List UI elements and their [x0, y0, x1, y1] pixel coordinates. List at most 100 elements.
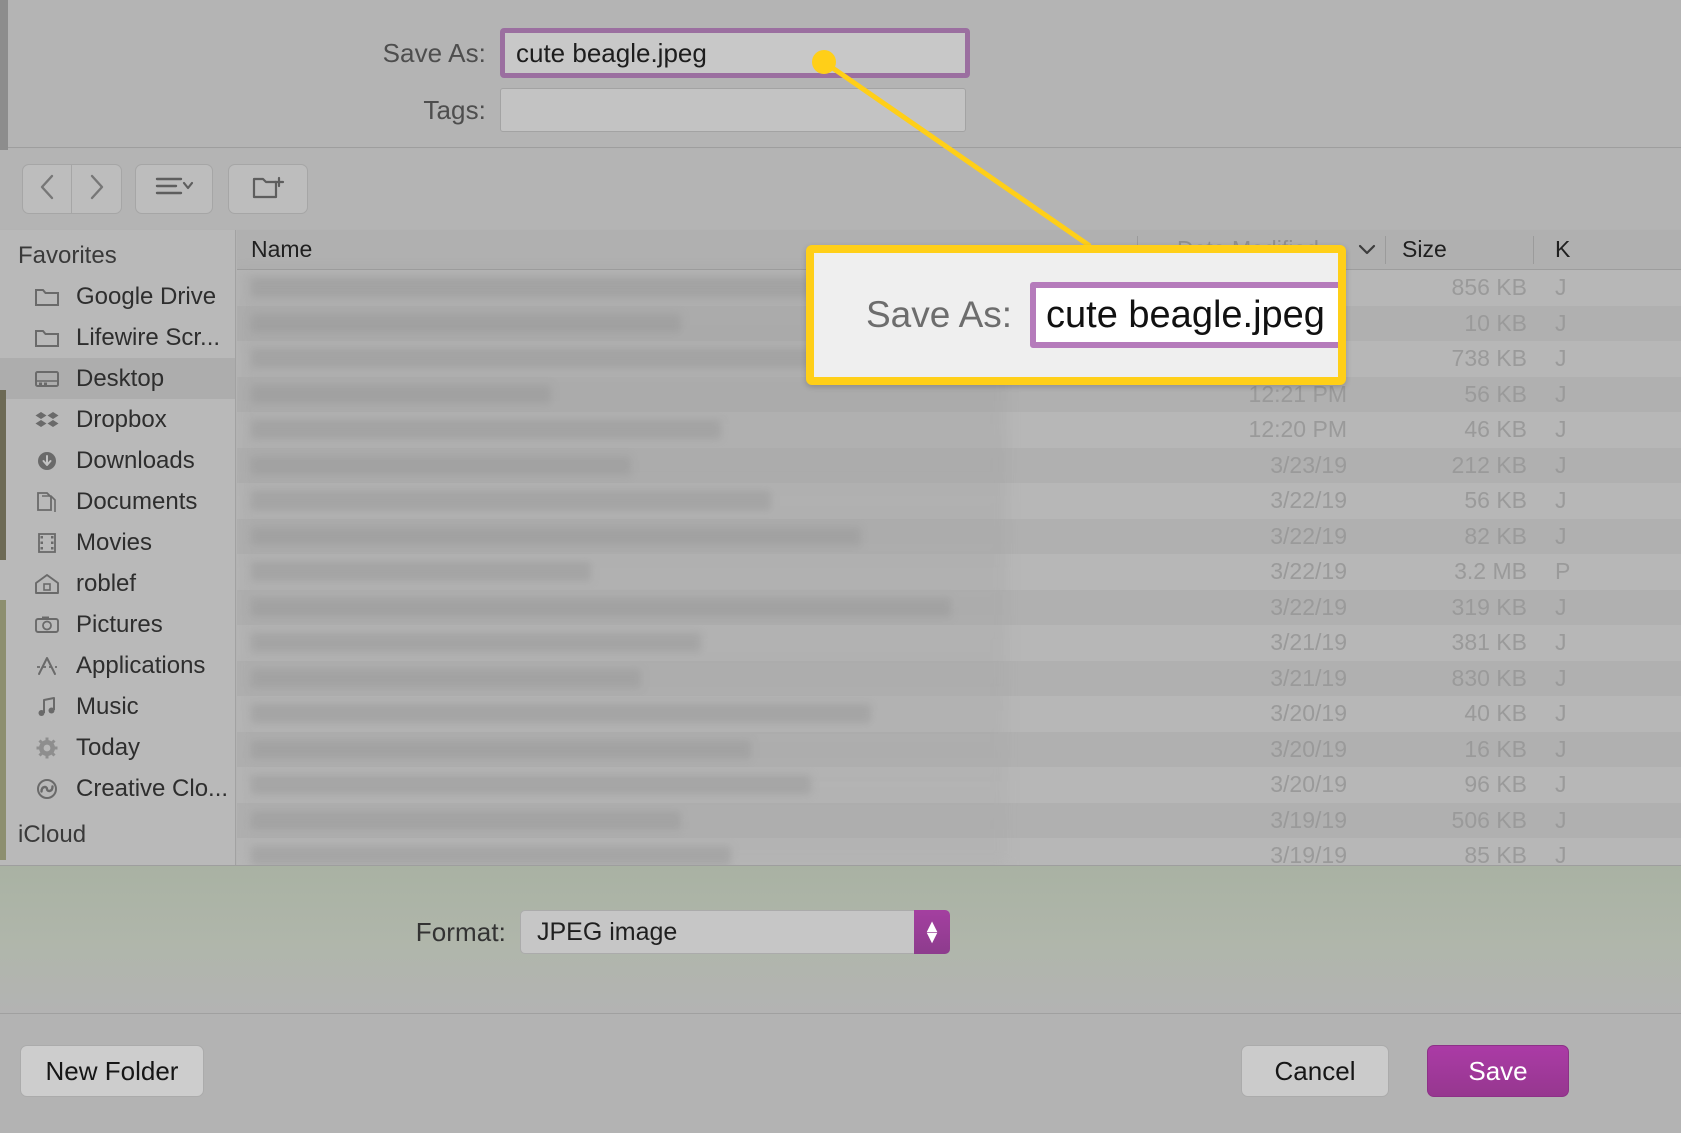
callout-save-as-label: Save As: [866, 294, 1013, 335]
sidebar-item-applications[interactable]: Applications [0, 645, 235, 686]
column-header-name[interactable]: Name [251, 236, 312, 263]
callout-save-as-value: cute beagle.jpeg [1046, 293, 1325, 336]
sidebar-item-label: roblef [76, 569, 137, 597]
file-kind-cell: J [1555, 309, 1567, 336]
back-button[interactable] [22, 164, 72, 214]
home-icon [34, 573, 68, 595]
table-row[interactable]: 3/20/19 40 KB J [237, 696, 1681, 732]
gear-icon [34, 737, 68, 759]
save-fields-area: Save As: cute beagle.jpeg Tags: [0, 0, 1681, 148]
column-header-kind[interactable]: K [1555, 236, 1570, 263]
file-date-cell: 3/22/19 [1270, 522, 1347, 549]
chevron-left-icon [39, 173, 55, 206]
film-icon [34, 532, 68, 554]
table-row[interactable]: 3/21/19 830 KB J [237, 661, 1681, 697]
sidebar-section-favorites-title: Favorites [18, 242, 117, 269]
sidebar-section-icloud-title: iCloud [18, 821, 87, 848]
music-note-icon [34, 696, 68, 718]
save-as-value: cute beagle.jpeg [516, 37, 707, 68]
sidebar-item-roblef-home[interactable]: roblef [0, 563, 235, 604]
file-kind-cell: J [1555, 700, 1567, 727]
sidebar-item-downloads[interactable]: Downloads [0, 440, 235, 481]
file-size-cell: 85 KB [1464, 842, 1527, 865]
file-name-cell [251, 562, 591, 582]
file-size-cell: 381 KB [1451, 629, 1527, 656]
view-options-button[interactable] [135, 164, 213, 214]
tags-label: Tags: [423, 94, 486, 125]
file-size-cell: 3.2 MB [1454, 558, 1527, 585]
sidebar-item-creative-cloud[interactable]: Creative Clo... [0, 768, 235, 809]
file-name-cell [251, 526, 861, 546]
sidebar-item-label: Movies [76, 528, 153, 556]
save-as-input[interactable]: cute beagle.jpeg [500, 28, 970, 78]
sidebar-item-documents[interactable]: Documents [0, 481, 235, 522]
sidebar-item-lifewire-screenshots[interactable]: Lifewire Scr... [0, 317, 235, 358]
file-date-cell: 3/20/19 [1270, 735, 1347, 762]
dropbox-icon [34, 409, 68, 431]
format-bar: Format: JPEG image ▲ ▼ [0, 865, 1681, 1013]
file-name-cell [251, 668, 641, 688]
file-kind-cell: J [1555, 416, 1567, 443]
sidebar-item-dropbox[interactable]: Dropbox [0, 399, 235, 440]
file-kind-cell: J [1555, 842, 1567, 865]
sidebar-item-google-drive[interactable]: Google Drive [0, 276, 235, 317]
table-row[interactable]: 3/19/19 506 KB J [237, 803, 1681, 839]
save-as-row: Save As: cute beagle.jpeg [300, 28, 970, 78]
window-left-edge-low [0, 600, 6, 860]
table-row[interactable]: 3/20/19 96 KB J [237, 767, 1681, 803]
file-kind-cell: J [1555, 522, 1567, 549]
sidebar-item-label: Desktop [76, 364, 165, 392]
file-kind-cell: J [1555, 771, 1567, 798]
chevron-updown-icon: ▲▼ [914, 910, 950, 954]
table-row[interactable]: 3/22/19 56 KB J [237, 483, 1681, 519]
cancel-button[interactable]: Cancel [1241, 1045, 1389, 1097]
file-size-cell: 738 KB [1451, 345, 1527, 372]
file-size-cell: 96 KB [1464, 771, 1527, 798]
new-folder-button[interactable]: New Folder [20, 1045, 204, 1097]
file-date-cell: 3/22/19 [1270, 558, 1347, 585]
format-popup-button[interactable]: JPEG image ▲ ▼ [520, 910, 950, 954]
tags-input[interactable] [500, 88, 966, 132]
file-name-cell [251, 775, 811, 795]
sidebar-item-pictures[interactable]: Pictures [0, 604, 235, 645]
column-header-size[interactable]: Size [1402, 236, 1447, 263]
sidebar-item-movies[interactable]: Movies [0, 522, 235, 563]
chevron-right-icon [89, 173, 105, 206]
sidebar-item-label: Pictures [76, 610, 163, 638]
table-row[interactable]: 3/23/19 212 KB J [237, 448, 1681, 484]
file-name-cell [251, 633, 701, 653]
table-row[interactable]: 3/22/19 82 KB J [237, 519, 1681, 555]
chevron-down-icon[interactable] [1355, 236, 1379, 263]
table-row[interactable]: 3/19/19 85 KB J [237, 838, 1681, 865]
sidebar-item-today[interactable]: Today [0, 727, 235, 768]
table-row[interactable]: 3/22/19 319 KB J [237, 590, 1681, 626]
table-row[interactable]: 3/20/19 16 KB J [237, 732, 1681, 768]
table-row[interactable]: 12:20 PM 46 KB J [237, 412, 1681, 448]
sidebar: Favorites Google Drive Lifewire Scr... D… [0, 230, 236, 865]
file-kind-cell: J [1555, 629, 1567, 656]
sidebar-item-music[interactable]: Music [0, 686, 235, 727]
folder-icon [34, 286, 68, 308]
sidebar-item-label: Lifewire Scr... [76, 323, 221, 351]
folder-icon [34, 327, 68, 349]
sidebar-item-desktop[interactable]: Desktop [0, 358, 235, 399]
file-kind-cell: J [1555, 735, 1567, 762]
new-folder-toolbar-button[interactable] [228, 164, 308, 214]
file-kind-cell: J [1555, 451, 1567, 478]
creative-cloud-icon [34, 778, 68, 800]
file-kind-cell: J [1555, 487, 1567, 514]
file-name-cell [251, 491, 771, 511]
table-row[interactable]: 3/21/19 381 KB J [237, 625, 1681, 661]
sidebar-item-label: Dropbox [76, 405, 167, 433]
file-name-cell [251, 597, 951, 617]
camera-icon [34, 614, 68, 636]
sidebar-item-label: Downloads [76, 446, 195, 474]
sidebar-item-label: Creative Clo... [76, 774, 229, 802]
save-button[interactable]: Save [1427, 1045, 1569, 1097]
finder-toolbar: Desktop ▲▼ Search [0, 149, 1681, 360]
file-kind-cell: P [1555, 558, 1571, 585]
forward-button[interactable] [72, 164, 122, 214]
table-row[interactable]: 3/22/19 3.2 MB P [237, 554, 1681, 590]
file-name-cell [251, 846, 731, 865]
file-kind-cell: J [1555, 380, 1567, 407]
